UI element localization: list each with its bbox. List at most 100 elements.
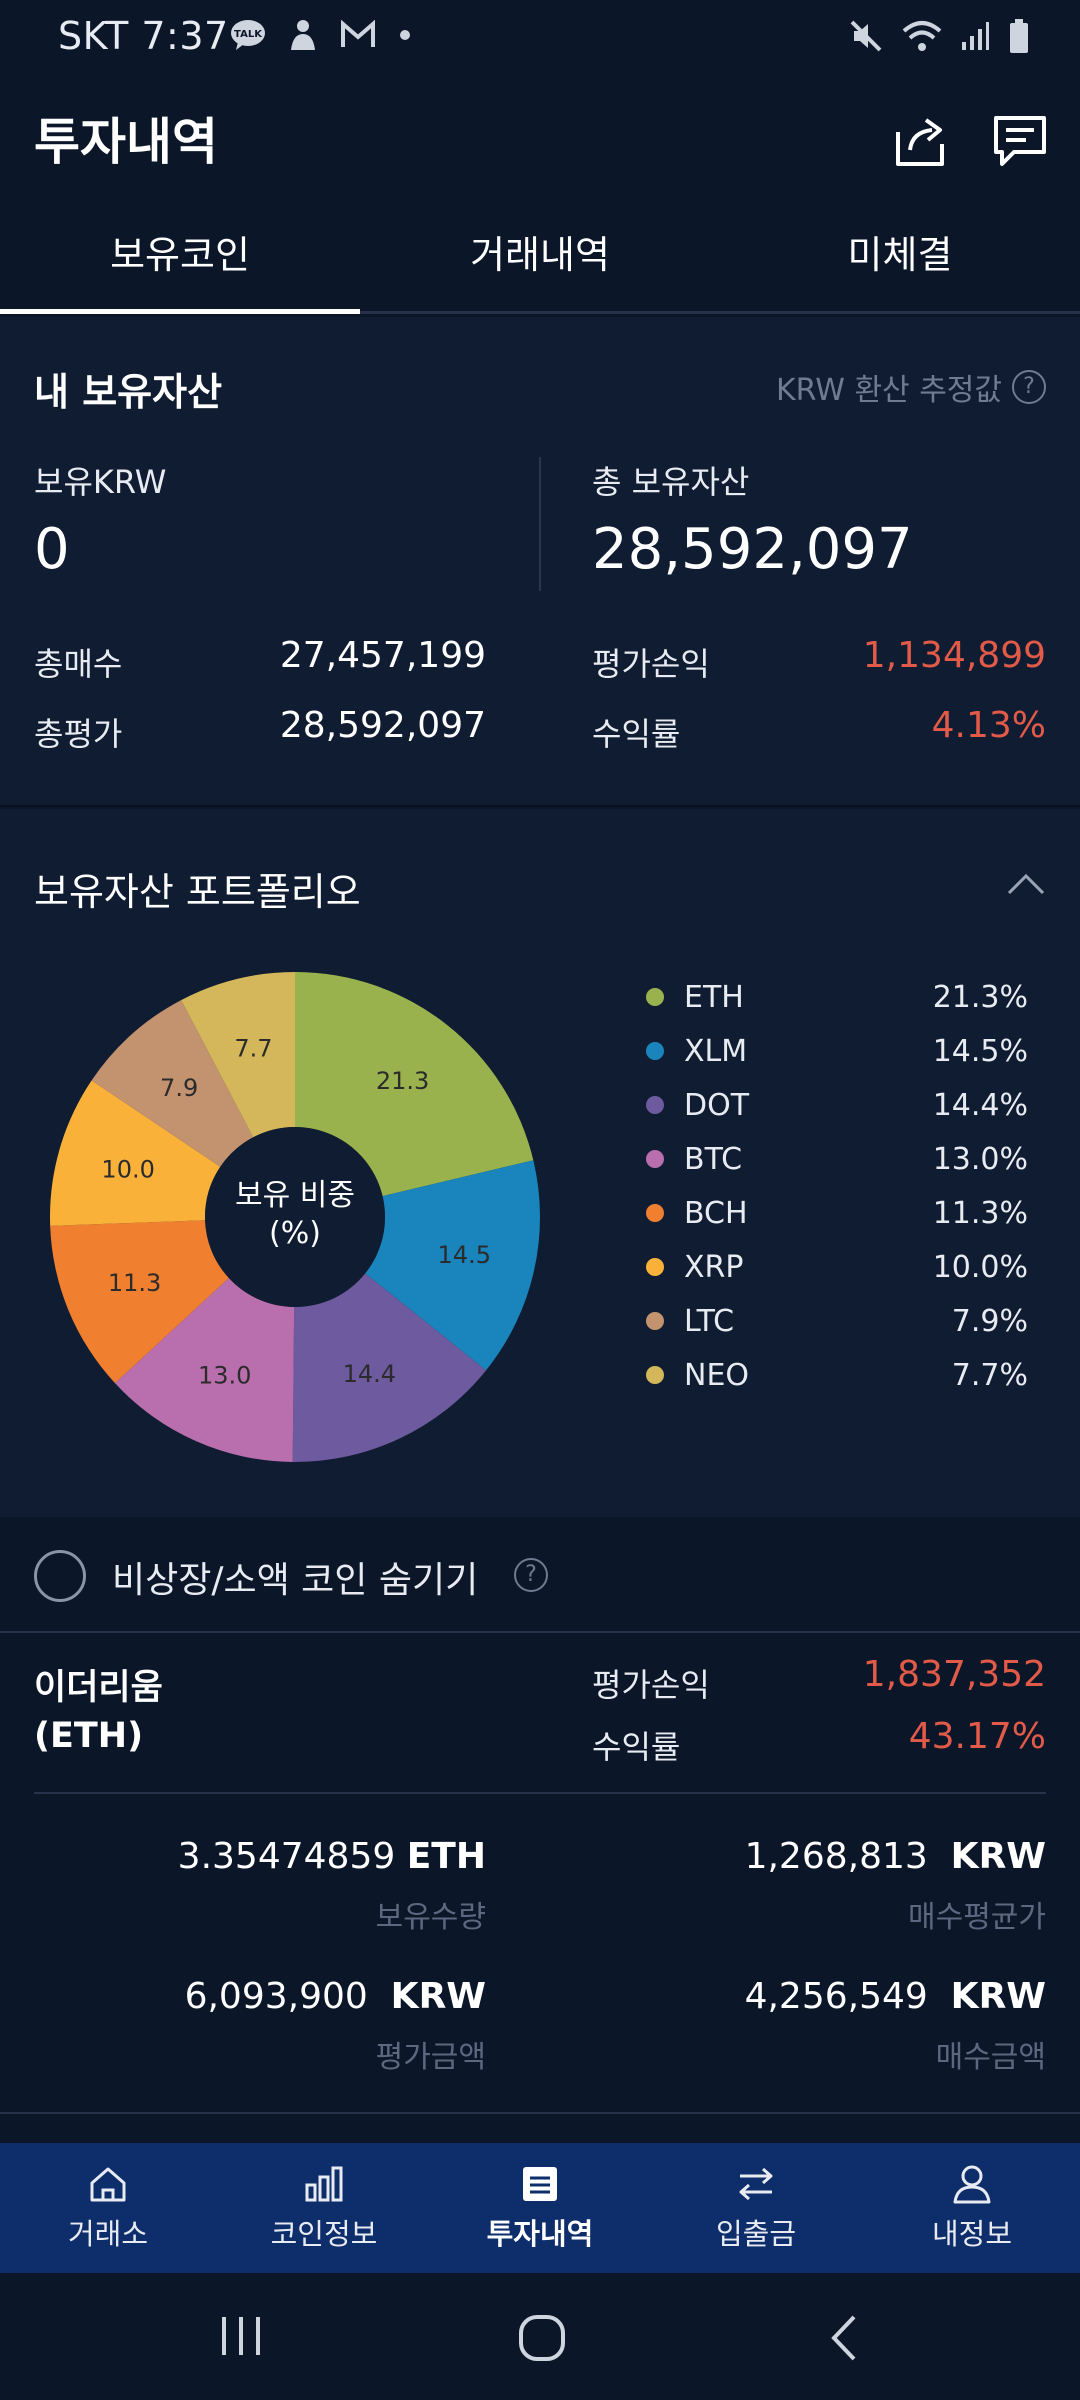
coin-card-bottom-divider — [0, 2112, 1080, 2114]
coin-return-value: 43.17% — [908, 1716, 1046, 1757]
total-assets-label: 총 보유자산 — [592, 463, 750, 501]
coin-quantity-label: 보유수량 — [375, 1900, 486, 1935]
legend-percent: 7.7% — [951, 1357, 1028, 1393]
legend-item-xrp: XRP 10.0% — [646, 1240, 1028, 1294]
coin-return-label: 수익률 — [592, 1728, 681, 1766]
legend-dot — [646, 988, 664, 1006]
coin-pnl-label: 평가손익 — [592, 1666, 710, 1704]
status-icons-right — [848, 18, 1030, 54]
status-bar: SKT 7:37 TALK — [0, 0, 1080, 80]
coin-eval-amount-value: 6,093,900 — [184, 1976, 368, 2017]
pie-center-label: 보유 비중 (%) — [175, 1177, 415, 1253]
return-label: 수익률 — [592, 715, 681, 753]
legend-percent: 10.0% — [932, 1249, 1028, 1285]
my-assets-section: 내 보유자산 KRW 환산 추정값 ? 보유KRW 0 총 보유자산 28,59… — [0, 317, 1080, 807]
eval-total-label: 총평가 — [34, 715, 123, 753]
nav-investments-label: 투자내역 — [486, 2217, 594, 2251]
coin-quantity-unit: ETH — [406, 1836, 486, 1877]
nav-deposit-withdraw[interactable]: 입출금 — [648, 2143, 864, 2273]
legend-dot — [646, 1312, 664, 1330]
wifi-icon — [902, 21, 942, 51]
legend-name: LTC — [684, 1303, 735, 1339]
coin-buy-amount-value: 4,256,549 — [744, 1976, 928, 2017]
help-icon[interactable]: ? — [1012, 370, 1046, 404]
legend-percent: 7.9% — [951, 1303, 1028, 1339]
legend-dot — [646, 1204, 664, 1222]
coin-avg-price-unit: KRW — [950, 1836, 1046, 1877]
page-title: 투자내역 — [34, 113, 218, 171]
home-circle-icon[interactable] — [517, 2313, 567, 2363]
chart-icon — [305, 2166, 343, 2202]
legend-percent: 14.4% — [932, 1087, 1028, 1123]
legend-item-ltc: LTC 7.9% — [646, 1294, 1028, 1348]
nav-deposit-withdraw-label: 입출금 — [715, 2217, 797, 2251]
system-navigation-bar — [0, 2273, 1080, 2400]
transfer-icon — [739, 2167, 773, 2201]
legend-dot — [646, 1042, 664, 1060]
hide-small-coins-row[interactable]: 비상장/소액 코인 숨기기 ? — [0, 1517, 1080, 1633]
coin-avg-price: 1,268,813 KRW — [745, 1836, 1046, 1877]
legend-item-dot: DOT 14.4% — [646, 1078, 1028, 1132]
coin-name-korean: 이더리움 — [34, 1668, 163, 1708]
bottom-navigation: 거래소 코인정보 투자내역 입출금 내정보 — [0, 2143, 1080, 2273]
user-icon — [953, 2165, 991, 2204]
legend-dot — [646, 1258, 664, 1276]
recents-icon[interactable] — [218, 2313, 264, 2359]
krw-value: 0 — [34, 517, 70, 582]
legend-name: XRP — [684, 1249, 744, 1285]
nav-exchange[interactable]: 거래소 — [0, 2143, 216, 2273]
nav-my-info[interactable]: 내정보 — [864, 2143, 1080, 2273]
buy-total-value: 27,457,199 — [279, 635, 486, 676]
pie-label-eth: 21.3 — [376, 1067, 429, 1095]
chat-icon[interactable] — [990, 110, 1050, 170]
status-time: SKT 7:37 — [58, 14, 229, 58]
coin-buy-amount: 4,256,549 KRW — [745, 1976, 1046, 2017]
legend-name: BCH — [684, 1195, 748, 1231]
tab-trade-history[interactable]: 거래내역 — [360, 200, 720, 314]
pnl-label: 평가손익 — [592, 645, 710, 683]
legend-percent: 11.3% — [932, 1195, 1028, 1231]
coin-eval-amount-unit: KRW — [390, 1976, 486, 2017]
return-value: 4.13% — [931, 705, 1046, 746]
mute-icon — [850, 20, 882, 52]
legend-name: NEO — [684, 1357, 750, 1393]
active-tab-indicator — [0, 309, 360, 314]
coin-card-eth[interactable]: 이더리움 (ETH) 평가손익 1,837,352 수익률 43.17% 3.3… — [0, 1634, 1080, 2114]
pnl-value: 1,134,899 — [862, 635, 1046, 676]
krw-estimate-label: KRW 환산 추정값 — [775, 373, 1002, 408]
chevron-up-icon[interactable] — [1006, 871, 1046, 897]
pie-center-line2: (%) — [269, 1216, 321, 1251]
nav-exchange-label: 거래소 — [67, 2217, 149, 2251]
pie-label-ltc: 7.9 — [160, 1074, 198, 1102]
legend-name: XLM — [684, 1033, 748, 1069]
coin-eval-amount-label: 평가금액 — [375, 2040, 486, 2075]
tab-holdings[interactable]: 보유코인 — [0, 200, 360, 314]
nav-my-info-label: 내정보 — [931, 2217, 1013, 2251]
krw-label: 보유KRW — [34, 463, 167, 501]
back-icon[interactable] — [826, 2313, 862, 2363]
tab-pending-orders[interactable]: 미체결 — [720, 200, 1080, 314]
coin-name: 이더리움 (ETH) — [34, 1664, 163, 1760]
nav-investments[interactable]: 투자내역 — [432, 2143, 648, 2273]
nav-coin-info[interactable]: 코인정보 — [216, 2143, 432, 2273]
legend-dot — [646, 1150, 664, 1168]
nav-coin-info-label: 코인정보 — [270, 2217, 378, 2251]
krw-estimate-note: KRW 환산 추정값 ? — [776, 365, 1046, 409]
legend-dot — [646, 1096, 664, 1114]
legend-name: DOT — [684, 1087, 750, 1123]
hide-small-coins-checkbox[interactable] — [34, 1550, 86, 1602]
coin-pnl-value: 1,837,352 — [862, 1654, 1046, 1695]
coin-buy-amount-unit: KRW — [950, 1976, 1046, 2017]
app-header: 투자내역 — [0, 80, 1080, 200]
pie-label-xlm: 14.5 — [438, 1241, 491, 1269]
coin-quantity-value: 3.35474859 — [177, 1836, 396, 1877]
portfolio-title: 보유자산 포트폴리오 — [34, 870, 361, 914]
legend-item-eth: ETH 21.3% — [646, 970, 1028, 1024]
pie-label-xrp: 10.0 — [101, 1155, 154, 1183]
help-icon[interactable]: ? — [514, 1558, 548, 1592]
coin-buy-amount-label: 매수금액 — [935, 2040, 1046, 2075]
share-icon[interactable] — [890, 110, 950, 170]
my-assets-title: 내 보유자산 — [34, 370, 223, 414]
talk-icon: TALK — [231, 20, 265, 50]
legend-percent: 14.5% — [932, 1033, 1028, 1069]
